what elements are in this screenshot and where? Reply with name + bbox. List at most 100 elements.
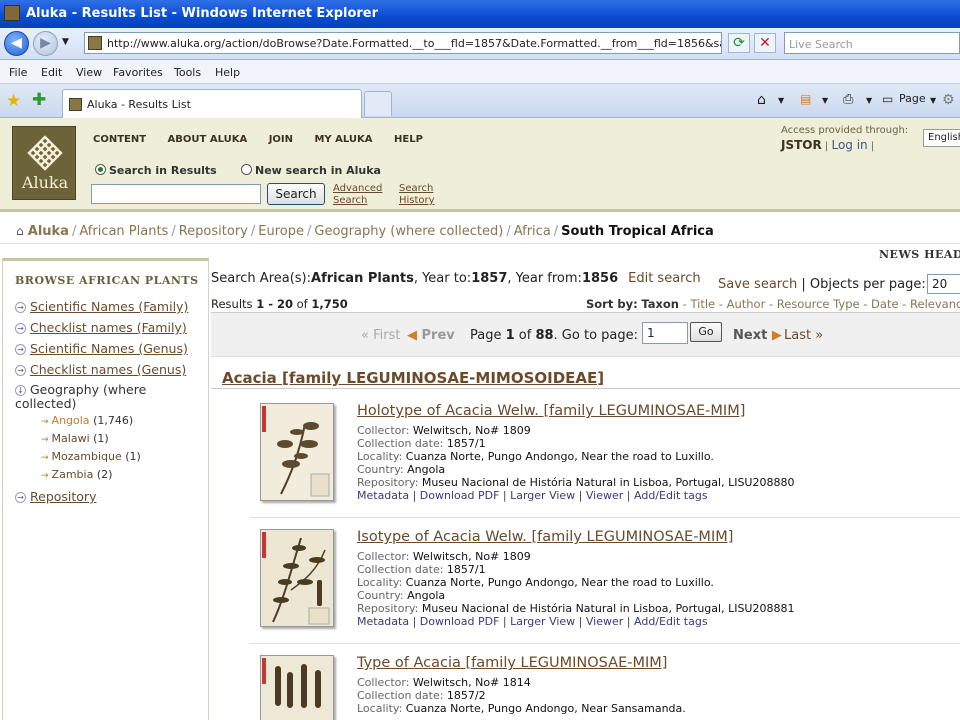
- result-title[interactable]: Type of Acacia [family LEGUMINOSAE-MIM]: [357, 655, 667, 671]
- metadata-link[interactable]: Metadata: [357, 615, 409, 628]
- geo-sub-link[interactable]: Zambia: [52, 468, 94, 481]
- crumb-europe[interactable]: Europe: [258, 224, 304, 239]
- geo-sub-link[interactable]: Malawi: [52, 432, 90, 445]
- geo-sub-link[interactable]: Angola: [52, 414, 90, 427]
- stop-icon[interactable]: ✕: [754, 33, 776, 53]
- larger-view-link[interactable]: Larger View: [510, 489, 575, 502]
- expand-icon: →: [15, 323, 26, 334]
- refresh-icon[interactable]: ⟳: [728, 33, 750, 53]
- crumb-geography[interactable]: Geography (where collected): [314, 224, 503, 239]
- sort-relevance[interactable]: Relevance: [910, 297, 960, 311]
- print-icon[interactable]: ⎙: [843, 92, 853, 107]
- crumb-africa[interactable]: Africa: [514, 224, 551, 239]
- specimen-thumbnail[interactable]: [260, 403, 334, 501]
- tab-aluka-results[interactable]: Aluka - Results List: [62, 89, 362, 118]
- go-button[interactable]: Go: [690, 322, 722, 342]
- new-search-radio[interactable]: New search in Aluka: [241, 164, 381, 177]
- metadata-link[interactable]: Metadata: [357, 489, 409, 502]
- nav-about[interactable]: ABOUT ALUKA: [168, 134, 248, 145]
- collector-value: Welwitsch, No# 1814: [412, 676, 531, 689]
- menu-tools[interactable]: Tools: [174, 66, 201, 79]
- language-select[interactable]: English: [923, 129, 960, 147]
- login-link[interactable]: Log in: [831, 138, 867, 152]
- result-title[interactable]: Isotype of Acacia Welw. [family LEGUMINO…: [357, 529, 733, 545]
- sidebar-item-sci-family[interactable]: → Scientific Names (Family): [15, 299, 188, 314]
- nav-my-aluka[interactable]: MY ALUKA: [314, 134, 372, 145]
- menu-favorites[interactable]: Favorites: [113, 66, 163, 79]
- geo-sub-link[interactable]: Mozambique: [52, 450, 122, 463]
- sort-date[interactable]: Date: [871, 297, 899, 311]
- logo-text: Aluka: [21, 173, 69, 192]
- geo-sub-mozambique[interactable]: → Mozambique (1): [41, 450, 141, 463]
- crumb-african-plants[interactable]: African Plants: [79, 224, 168, 239]
- aluka-logo[interactable]: Aluka: [12, 126, 76, 200]
- sidebar-item-repository[interactable]: → Repository: [15, 489, 96, 504]
- search-button[interactable]: Search: [267, 183, 325, 205]
- menu-help[interactable]: Help: [215, 66, 240, 79]
- result-divider: [250, 517, 960, 518]
- result-title[interactable]: Holotype of Acacia Welw. [family LEGUMIN…: [357, 403, 745, 419]
- download-pdf-link[interactable]: Download PDF: [420, 489, 500, 502]
- goto-page-input[interactable]: 1: [642, 322, 688, 344]
- nav-help[interactable]: HELP: [394, 134, 423, 145]
- add-edit-tags-link[interactable]: Add/Edit tags: [634, 615, 708, 628]
- add-favorites-icon[interactable]: ✚: [32, 90, 46, 110]
- sidebar-item-checklist-family[interactable]: → Checklist names (Family): [15, 320, 187, 335]
- page-menu-button[interactable]: Page: [899, 92, 926, 105]
- search-input[interactable]: [91, 184, 261, 204]
- address-input[interactable]: http://www.aluka.org/action/doBrowse?Dat…: [84, 32, 722, 54]
- edit-search-link[interactable]: Edit search: [628, 271, 701, 286]
- home-icon[interactable]: ⌂: [757, 92, 766, 108]
- menu-view[interactable]: View: [76, 66, 102, 79]
- sort-resource-type[interactable]: Resource Type: [777, 297, 860, 311]
- back-button[interactable]: ◀: [4, 31, 29, 56]
- result-metadata: Collector: Welwitsch, No# 1809 Collectio…: [357, 424, 794, 489]
- group-title[interactable]: Acacia [family LEGUMINOSAE-MIMOSOIDEAE]: [222, 369, 604, 387]
- feeds-dropdown-icon[interactable]: ▼: [822, 96, 828, 105]
- crumb-aluka[interactable]: Aluka: [28, 224, 69, 239]
- favorites-star-icon[interactable]: ★: [6, 91, 21, 111]
- objects-per-page-select[interactable]: 20: [927, 274, 960, 294]
- print-dropdown-icon[interactable]: ▼: [866, 96, 872, 105]
- history-dropdown-icon[interactable]: ▼: [62, 37, 69, 47]
- results-count: Results 1 - 20 of 1,750: [211, 297, 348, 311]
- home-dropdown-icon[interactable]: ▼: [778, 96, 784, 105]
- page-dropdown-icon[interactable]: ▼: [930, 96, 936, 105]
- specimen-thumbnail[interactable]: [260, 529, 334, 627]
- search-in-results-radio[interactable]: Search in Results: [95, 164, 217, 177]
- sidebar-item-geography[interactable]: ↓ Geography (where collected): [15, 383, 165, 411]
- viewer-link[interactable]: Viewer: [586, 489, 623, 502]
- crumb-repository[interactable]: Repository: [179, 224, 248, 239]
- geo-sub-malawi[interactable]: → Malawi (1): [41, 432, 109, 445]
- sidebar-item-checklist-genus[interactable]: → Checklist names (Genus): [15, 362, 186, 377]
- live-search-input[interactable]: Live Search: [784, 32, 960, 54]
- new-tab-button[interactable]: [364, 91, 392, 116]
- save-search-link[interactable]: Save search: [718, 277, 797, 292]
- geo-sub-angola[interactable]: → Angola (1,746): [41, 414, 133, 427]
- specimen-thumbnail[interactable]: [260, 655, 334, 720]
- menu-file[interactable]: File: [9, 66, 27, 79]
- last-page-link[interactable]: Last »: [784, 328, 823, 343]
- add-edit-tags-link[interactable]: Add/Edit tags: [634, 489, 708, 502]
- arrow-icon: →: [41, 453, 49, 463]
- prev-page-link[interactable]: ◀ Prev: [407, 328, 455, 343]
- tools-gear-icon[interactable]: ⚙: [942, 92, 955, 108]
- first-page-link[interactable]: « First: [361, 328, 400, 343]
- sort-title[interactable]: Title: [690, 297, 715, 311]
- feeds-icon[interactable]: ▤: [800, 92, 811, 106]
- larger-view-link[interactable]: Larger View: [510, 615, 575, 628]
- sort-author[interactable]: Author: [727, 297, 766, 311]
- menu-edit[interactable]: Edit: [41, 66, 62, 79]
- search-history-link[interactable]: Search History: [399, 183, 435, 207]
- advanced-search-link[interactable]: Advanced Search: [333, 183, 382, 207]
- expand-icon: →: [15, 365, 26, 376]
- next-page-link[interactable]: Next ▶: [733, 328, 782, 343]
- forward-button[interactable]: ▶: [33, 31, 58, 56]
- viewer-link[interactable]: Viewer: [586, 615, 623, 628]
- sidebar-item-sci-genus[interactable]: → Scientific Names (Genus): [15, 341, 188, 356]
- geo-sub-zambia[interactable]: → Zambia (2): [41, 468, 112, 481]
- download-pdf-link[interactable]: Download PDF: [420, 615, 500, 628]
- nav-content[interactable]: CONTENT: [93, 134, 146, 145]
- sidebar-item-label: Geography (where collected): [15, 382, 147, 411]
- nav-join[interactable]: JOIN: [269, 134, 293, 145]
